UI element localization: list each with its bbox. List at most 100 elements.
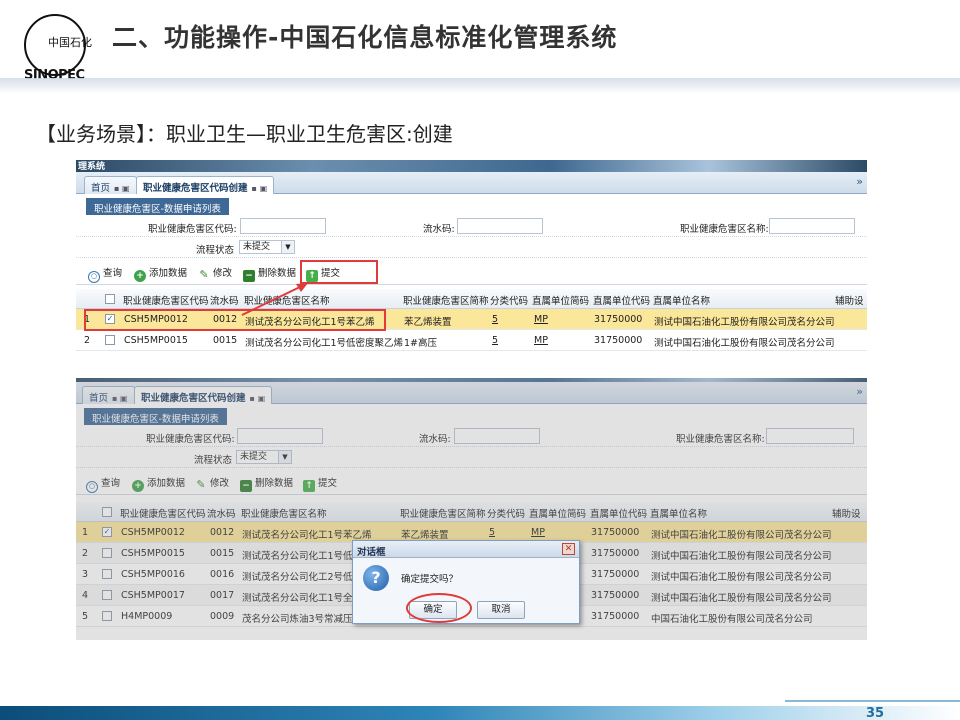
business-scene-heading: 【业务场景】：职业卫生—职业卫生危害区:创建 — [36, 122, 453, 146]
delete-button[interactable]: − 删除数据 — [240, 475, 293, 492]
row-number: 4 — [82, 590, 89, 601]
status-select[interactable]: 未提交 ▼ — [236, 450, 292, 464]
row-checkbox[interactable] — [102, 590, 112, 600]
submit-button[interactable]: ↑ 提交 — [303, 475, 337, 492]
col-name: 职业健康危害区名称 — [241, 509, 327, 520]
code-label: 职业健康危害区代码: — [146, 434, 235, 445]
red-arrow-annotation — [241, 283, 308, 316]
cell-code: CSH5MP0016 — [121, 569, 185, 580]
title-divider — [0, 78, 960, 94]
page-number: 35 — [866, 706, 885, 720]
cell-name: 测试茂名分公司化工1号低 — [242, 551, 353, 562]
select-all-checkbox[interactable] — [102, 507, 112, 517]
cell-code: H4MP0009 — [121, 611, 173, 622]
search-icon: ○ — [86, 481, 98, 493]
cell-name: 测试茂名分公司化工1号苯乙烯 — [242, 530, 372, 541]
search-row-2: 流程状态 未提交 ▼ — [76, 447, 867, 468]
col-code: 职业健康危害区代码 — [120, 509, 206, 520]
row-checkbox[interactable] — [102, 611, 112, 621]
cell-unit-code: 31750000 — [591, 611, 640, 622]
cell-unit-name: 测试中国石油化工股份有限公司茂名分公司 — [651, 572, 832, 583]
col-unit-abbr: 直属单位简码 — [529, 509, 587, 520]
status-label: 流程状态 — [194, 455, 233, 466]
row-number: 3 — [82, 569, 89, 580]
code-input[interactable] — [237, 428, 323, 444]
arrow-line — [241, 285, 303, 316]
row-checkbox[interactable] — [102, 569, 112, 579]
serial-label: 流水码: — [419, 434, 451, 445]
submit-label: 提交 — [318, 478, 338, 489]
cell-unit-abbr-link[interactable]: MP — [531, 527, 545, 538]
cancel-button[interactable]: 取消 — [477, 601, 525, 619]
tab-home-label: 首页 — [89, 393, 109, 404]
tab-hazard-label: 职业健康危害区代码创建 — [141, 393, 246, 404]
serial-input[interactable] — [454, 428, 540, 444]
cell-short: 苯乙烯装置 — [401, 530, 449, 541]
row-number: 2 — [82, 548, 89, 559]
search-row-1: 职业健康危害区代码: 流水码: 职业健康危害区名称: — [76, 426, 867, 447]
plus-icon: + — [132, 480, 144, 492]
delete-label: 删除数据 — [255, 478, 294, 489]
up-arrow-icon: ↑ — [303, 480, 315, 492]
query-label: 查询 — [101, 478, 121, 489]
cell-serial: 0015 — [210, 548, 235, 559]
confirm-highlight-ellipse — [406, 593, 472, 623]
footer-line — [785, 700, 960, 702]
cell-serial: 0017 — [210, 590, 235, 601]
cell-unit-name: 测试中国石油化工股份有限公司茂名分公司 — [651, 530, 832, 541]
row-number: 5 — [82, 611, 89, 622]
add-label: 添加数据 — [147, 478, 186, 489]
query-button[interactable]: ○ 查询 — [86, 475, 120, 493]
name-input[interactable] — [766, 428, 854, 444]
chevron-down-icon[interactable]: » — [856, 385, 863, 398]
toolbar: ○ 查询 + 添加数据 ✎ 修改 − 删除数据 ↑ 提交 — [76, 468, 867, 495]
footer-bar — [0, 706, 960, 720]
cell-name: 测试茂名分公司化工2号低 — [242, 572, 353, 583]
row-checkbox[interactable]: ✓ — [102, 527, 112, 537]
tab-close-icon[interactable]: ▪ ▣ — [112, 394, 128, 403]
cell-unit-name: 测试中国石油化工股份有限公司茂名分公司 — [651, 593, 832, 604]
cell-serial: 0012 — [210, 527, 235, 538]
cell-category-link[interactable]: 5 — [489, 527, 495, 538]
edit-button[interactable]: ✎ 修改 — [195, 475, 229, 491]
col-unit-name: 直属单位名称 — [650, 509, 708, 520]
close-icon[interactable]: ✕ — [562, 543, 575, 555]
tab-close-icon[interactable]: ▪ ▣ — [250, 394, 266, 403]
cell-unit-code: 31750000 — [591, 527, 640, 538]
cell-unit-code: 31750000 — [591, 569, 640, 580]
app-screenshot-bottom: 首页 ▪ ▣ 职业健康危害区代码创建 ▪ ▣ » 职业健康危害区-数据申请列表 职业… — [76, 378, 867, 640]
cell-unit-name: 测试中国石油化工股份有限公司茂名分公司 — [651, 551, 832, 562]
app-screenshot-top: 理系统 首页 ▪ ▣ 职业健康危害区代码创建 ▪ ▣ » 职业健康危害区-数据申请列… — [76, 160, 867, 352]
cell-name: 测试茂名分公司化工1号全 — [242, 593, 353, 604]
row-checkbox[interactable] — [102, 548, 112, 558]
cell-code: CSH5MP0015 — [121, 548, 185, 559]
cell-unit-code: 31750000 — [591, 548, 640, 559]
tab-home[interactable]: 首页 ▪ ▣ — [82, 386, 135, 404]
sinopec-logo: 中国石化 SINOPEC — [22, 10, 94, 83]
panel-title: 职业健康危害区-数据申请列表 — [84, 408, 227, 425]
logo-script: 中国石化 — [48, 36, 92, 49]
row-number: 1 — [82, 527, 89, 538]
panel-header: 职业健康危害区-数据申请列表 — [76, 404, 867, 426]
col-aux: 辅助设 — [832, 509, 861, 520]
col-unit-code: 直属单位代码 — [590, 509, 648, 520]
cell-unit-code: 31750000 — [591, 590, 640, 601]
tab-bar: 首页 ▪ ▣ 职业健康危害区代码创建 ▪ ▣ » — [76, 382, 867, 404]
cell-code: CSH5MP0012 — [121, 527, 185, 538]
pencil-icon: ✎ — [196, 478, 206, 491]
cell-name: 茂名分公司炼油3号常减压 — [242, 614, 353, 625]
slide-title: 二、功能操作-中国石化信息标准化管理系统 — [112, 23, 618, 52]
edit-label: 修改 — [210, 478, 230, 489]
add-button[interactable]: + 添加数据 — [132, 475, 185, 492]
status-select-value: 未提交 — [240, 452, 268, 462]
dialog-message: 确定提交吗？ — [401, 574, 459, 585]
grid-header: 职业健康危害区代码 流水码 职业健康危害区名称 职业健康危害区简称 分类代码 直… — [76, 502, 867, 522]
question-icon: ? — [363, 565, 389, 591]
tab-hazard-code-create[interactable]: 职业健康危害区代码创建 ▪ ▣ — [134, 386, 273, 404]
col-category: 分类代码 — [487, 509, 526, 520]
chevron-down-icon[interactable]: ▼ — [278, 451, 291, 463]
dialog-header: 对话框 ✕ — [353, 541, 579, 558]
cell-serial: 0016 — [210, 569, 235, 580]
minus-icon: − — [240, 480, 252, 492]
name-label: 职业健康危害区名称: — [676, 434, 765, 445]
